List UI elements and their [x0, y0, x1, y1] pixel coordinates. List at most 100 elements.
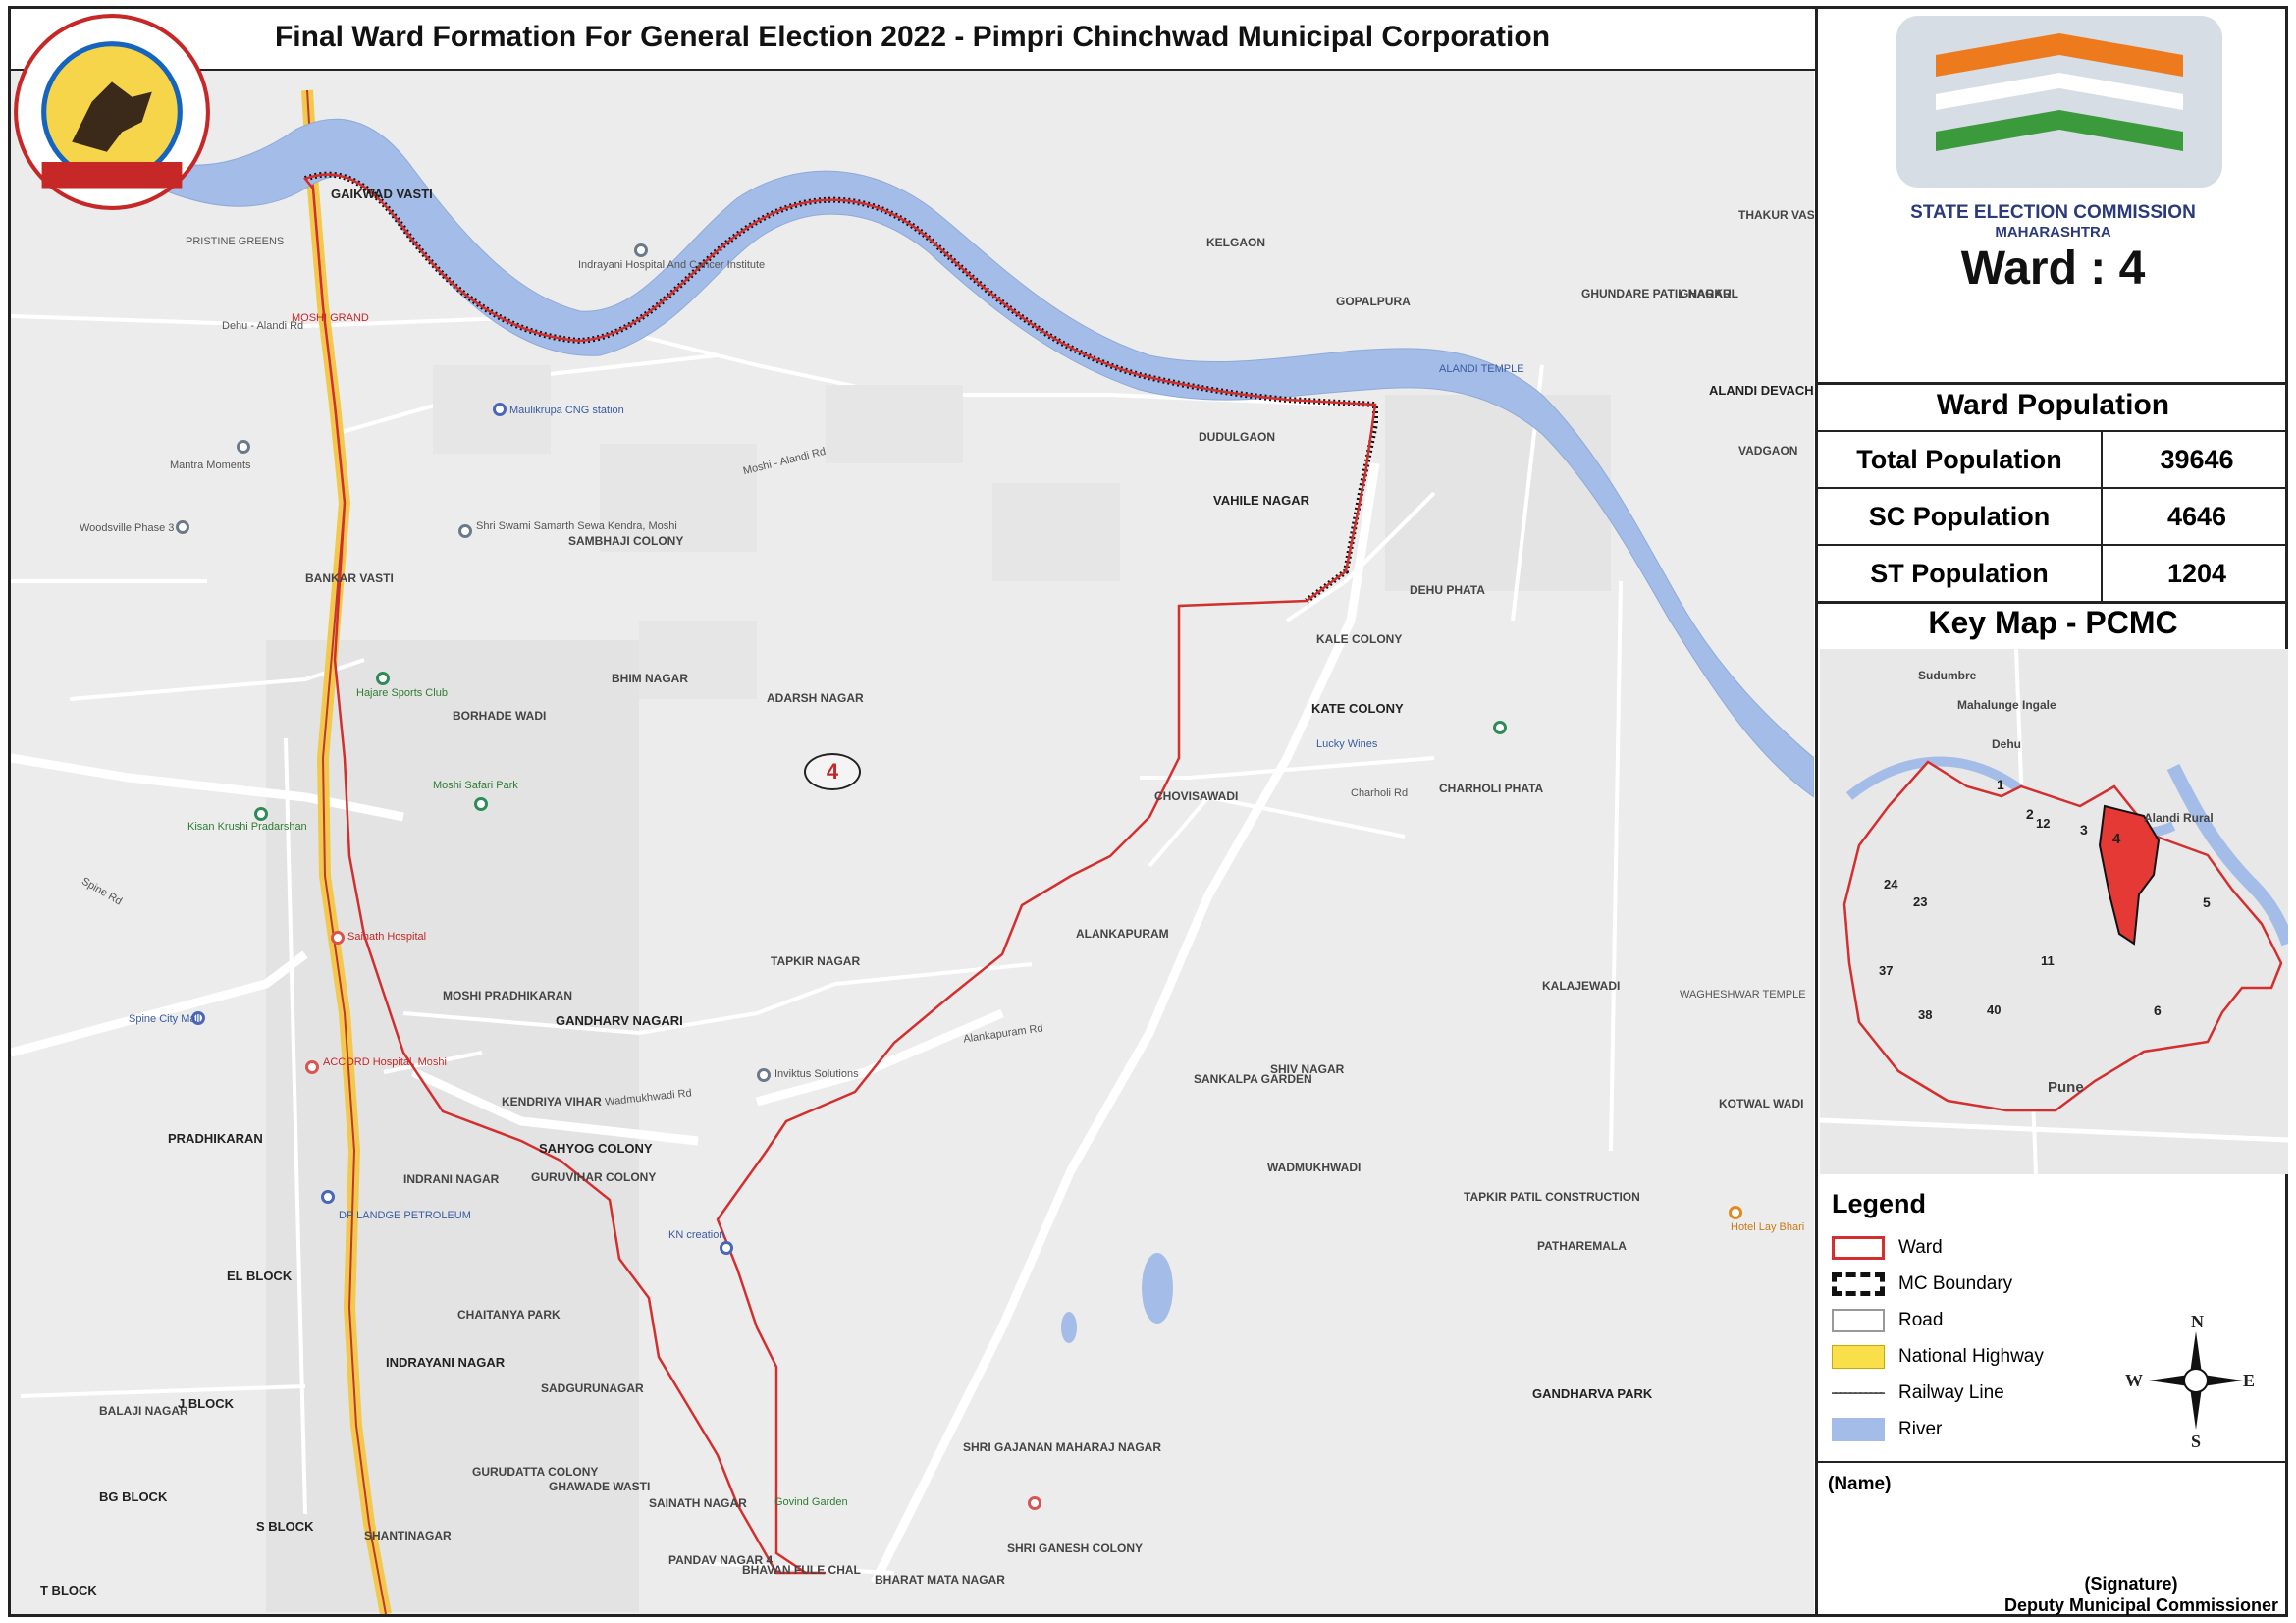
road-swatch: [1832, 1308, 1885, 1332]
keymap-ward-label: 23: [1913, 894, 1928, 909]
area-label-sainath-nagar: SAINATH NAGAR: [649, 1496, 747, 1510]
poi-pin-mangalam[interactable]: [634, 243, 648, 257]
poi-pin-lucky[interactable]: [1493, 721, 1507, 734]
area-label-chovisawadi: CHOVISAWADI: [1154, 789, 1239, 803]
title-bar: Final Ward Formation For General Electio…: [8, 6, 1817, 71]
keymap-place: Dehu: [1992, 737, 2021, 751]
area-label-j-block: J BLOCK: [178, 1396, 235, 1411]
compass-s: S: [2191, 1432, 2202, 1451]
poi-pin-invictus[interactable]: [757, 1068, 771, 1082]
area-label-bankar-vasti: BANKAR VASTI: [305, 571, 394, 585]
area-label-shiv-nagar: SHIV NAGAR: [1270, 1062, 1345, 1076]
keymap[interactable]: 4 1 2 3 5 6 12 24 23 37 38 40 11 Sudumbr…: [1820, 649, 2288, 1174]
keymap-ward-label: 3: [2080, 822, 2088, 838]
keymap-ward-label: 24: [1884, 877, 1898, 892]
poi-swami-samarth: Shri Swami Samarth Sewa Kendra, Moshi: [476, 520, 677, 532]
keymap-ward-label: 1: [1997, 777, 2004, 792]
population-row: ST Population 1204: [1818, 544, 2288, 604]
area-label-tapkir-patil: TAPKIR PATIL CONSTRUCTION: [1464, 1190, 1640, 1204]
poi-kisan-krushi: Kisan Krushi Pradarshan: [187, 821, 307, 833]
area-label-kate-colony: KATE COLONY: [1311, 701, 1404, 716]
population-row-label: ST Population: [1818, 546, 2103, 601]
ward-swatch: [1832, 1235, 1885, 1260]
poi-pin-woodsville[interactable]: [176, 520, 189, 534]
poi-pin-sainath[interactable]: [331, 931, 345, 945]
area-label-patharemala: PATHAREMALA: [1537, 1239, 1627, 1253]
area-label-kendriya-vihar: KENDRIYA VIHAR: [502, 1095, 602, 1109]
population-title: Ward Population: [1936, 389, 2170, 421]
right-panel: STATE ELECTION COMMISSION MAHARASHTRA Wa…: [1815, 6, 2288, 1617]
poi-govind-garden: Govind Garden: [774, 1496, 848, 1508]
area-label-sahyog-colony: SAHYOG COLONY: [539, 1141, 653, 1156]
mc-boundary-swatch: [1832, 1271, 1885, 1296]
poi-pin-mantra-moments[interactable]: [237, 440, 250, 454]
poi-sainath-hospital: Sainath Hospital: [347, 931, 427, 943]
map-canvas: [11, 71, 1814, 1614]
area-label-s-block: S BLOCK: [256, 1519, 314, 1534]
map-title: Final Ward Formation For General Electio…: [274, 21, 1551, 53]
area-label-gandharv-nagari: GANDHARV NAGARI: [556, 1013, 683, 1028]
poi-pin-cng[interactable]: [493, 403, 507, 416]
keymap-place: Alandi Rural: [2144, 811, 2214, 825]
keymap-ward-label: 11: [2041, 953, 2055, 968]
poi-maulikrupa-cng: Maulikrupa CNG station: [509, 405, 624, 416]
area-label-alankapuram: ALANKAPURAM: [1076, 927, 1169, 941]
poi-woodsville: Woodsville Phase 3: [80, 522, 175, 534]
area-label-indrani-nagar: INDRANI NAGAR: [403, 1172, 500, 1186]
area-label-charholi-phata: CHARHOLI PHATA: [1439, 782, 1544, 795]
poi-lucky-wines: Lucky Wines: [1316, 738, 1378, 750]
highway-swatch: [1832, 1344, 1885, 1369]
area-label-kotwal-wadi: KOTWAL WADI: [1719, 1097, 1804, 1110]
area-label-chaitanya-park: CHAITANYA PARK: [457, 1308, 561, 1322]
road-label-charholi: Charholi Rd: [1351, 787, 1409, 799]
area-label-bg-block: BG BLOCK: [99, 1489, 168, 1504]
legend-label: Ward: [1898, 1236, 1943, 1258]
poi-pin-hajare[interactable]: [376, 672, 390, 685]
area-label-shri-gajanan-maharaj-nagar: SHRI GAJANAN MAHARAJ NAGAR: [963, 1440, 1162, 1454]
area-label-sambhaji-colony: SAMBHAJI COLONY: [568, 534, 684, 548]
area-label-sadgurunagar: SADGURUNAGAR: [541, 1381, 644, 1395]
compass-w: W: [2125, 1371, 2143, 1390]
ward-heading-number: 4: [2118, 243, 2146, 295]
area-label-gharkul: GHARKUL: [1680, 287, 1738, 300]
population-row-value: 4646: [2166, 501, 2227, 531]
keymap-ward-label: 38: [1918, 1007, 1933, 1022]
poi-pin-moshi-safari[interactable]: [474, 797, 488, 811]
area-label-wagheshwar-temple: WAGHESHWAR TEMPLE: [1680, 989, 1806, 1001]
area-label-alandi-devachi: ALANDI DEVACHI: [1709, 383, 1814, 398]
divider: [1818, 1461, 2288, 1463]
sec-emblem: [1896, 16, 2222, 188]
poi-pin-hotel-lay-bhari[interactable]: [1729, 1206, 1742, 1219]
area-label-wadmukhwadi: WADMUKHWADI: [1267, 1161, 1362, 1174]
legend-title: Legend: [1832, 1189, 1927, 1218]
poi-pin-kn-creation[interactable]: [720, 1241, 733, 1255]
keymap-ward-label: 37: [1879, 963, 1894, 978]
population-row: Total Population 39646: [1818, 430, 2288, 487]
population-row-value: 1204: [2166, 558, 2227, 588]
poi-pin-dp-landge[interactable]: [321, 1190, 335, 1204]
area-label-vadgaon: VADGAON: [1738, 444, 1798, 458]
area-label-moshi-pradhikaran: MOSHI PRADHIKARAN: [443, 989, 572, 1002]
area-label-pristine-greens: PRISTINE GREENS: [186, 236, 285, 247]
poi-pin-accord[interactable]: [305, 1060, 319, 1074]
poi-dp-landge: DP LANDGE PETROLEUM: [339, 1210, 471, 1221]
poi-pin-swami-samarth[interactable]: [458, 524, 472, 538]
ward-heading-label: Ward :: [1960, 243, 2107, 295]
poi-pin-govind[interactable]: [1028, 1496, 1041, 1510]
keymap-ward-label: 6: [2154, 1002, 2162, 1018]
poi-hotel-lay-bhari: Hotel Lay Bhari: [1731, 1221, 1805, 1233]
ward-heading: Ward : 4: [1818, 242, 2288, 296]
road-label-dehu-alandi: Dehu - Alandi Rd: [222, 320, 304, 332]
poi-pin-kisan[interactable]: [254, 807, 268, 821]
keymap-ward-label: 2: [2026, 806, 2034, 822]
area-label-indrayani-nagar: INDRAYANI NAGAR: [386, 1355, 506, 1370]
poi-moshi-safari-park: Moshi Safari Park: [433, 780, 518, 791]
ward-number-marker[interactable]: 4: [804, 753, 861, 790]
divider: [1818, 382, 2288, 385]
area-label-balaji-nagar: BALAJI NAGAR: [99, 1404, 188, 1418]
area-label-dehu-phata: DEHU PHATA: [1410, 583, 1485, 597]
compass-rose: N S E W: [2125, 1312, 2255, 1451]
population-row-label: SC Population: [1818, 489, 2103, 544]
area-label-kelgaon: KELGAON: [1206, 236, 1265, 249]
ward-map[interactable]: GAIKWAD VASTI KELGAON DUDULGAON VAHILE N…: [11, 71, 1814, 1614]
